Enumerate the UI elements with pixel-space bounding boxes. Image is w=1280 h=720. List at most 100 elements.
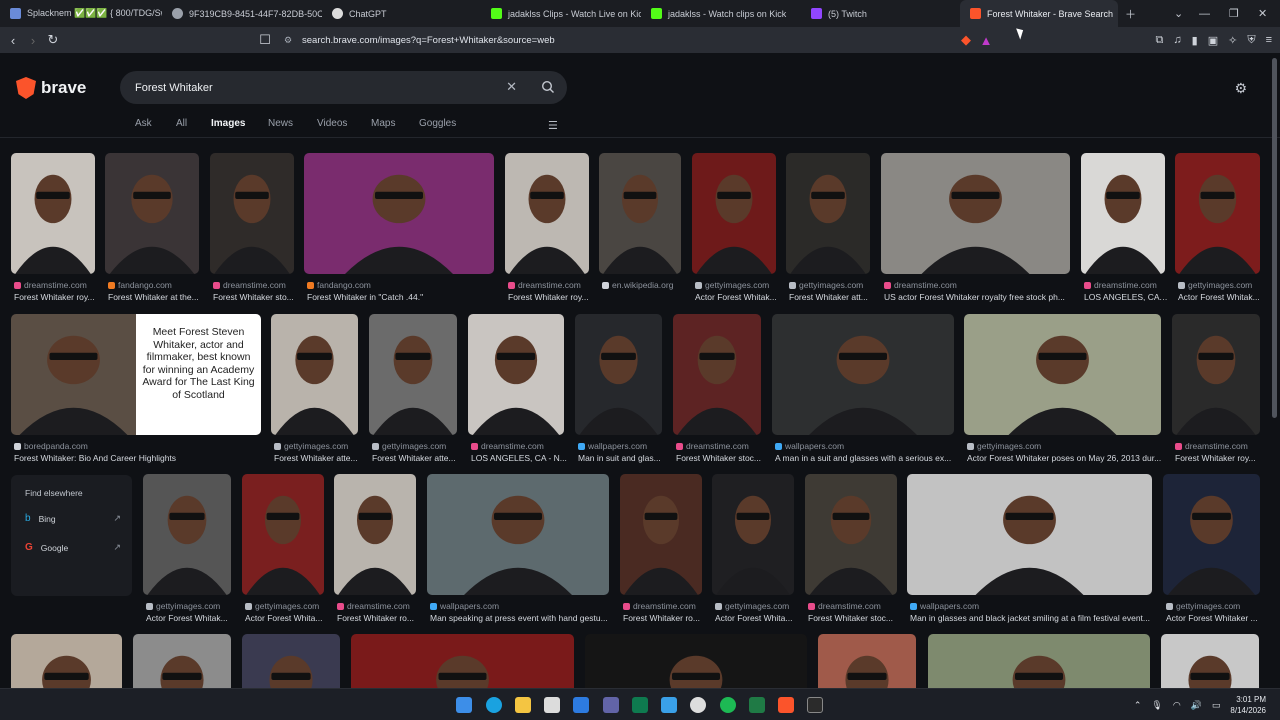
image-thumbnail[interactable] xyxy=(575,314,662,435)
image-title[interactable]: Actor Forest Whitaker poses on May 26, 2… xyxy=(967,453,1164,463)
image-title[interactable]: Forest Whitaker atte... xyxy=(274,453,361,463)
brave-taskbar-icon[interactable] xyxy=(778,697,794,713)
search-icon[interactable] xyxy=(541,80,555,94)
image-title[interactable]: Actor Forest Whita... xyxy=(245,613,327,623)
vpn-icon[interactable]: ⛨ xyxy=(1247,34,1255,47)
image-thumbnail[interactable]: Meet Forest Steven Whitaker, actor and f… xyxy=(11,314,261,435)
store-icon[interactable] xyxy=(544,697,560,713)
image-title[interactable]: Man speaking at press event with hand ge… xyxy=(430,613,612,623)
image-thumbnail[interactable] xyxy=(133,634,231,688)
image-thumbnail[interactable] xyxy=(427,474,609,595)
brave-logo[interactable]: brave xyxy=(16,77,86,99)
image-thumbnail[interactable] xyxy=(304,153,494,274)
epic-games-icon[interactable] xyxy=(807,697,823,713)
minimize-button[interactable]: — xyxy=(1199,0,1210,27)
image-thumbnail[interactable] xyxy=(351,634,574,688)
sidebar-icon[interactable]: ▮ xyxy=(1192,34,1198,47)
image-thumbnail[interactable] xyxy=(105,153,199,274)
image-title[interactable]: Forest Whitaker roy... xyxy=(1175,453,1263,463)
edge-icon[interactable] xyxy=(486,697,502,713)
image-thumbnail[interactable] xyxy=(271,314,358,435)
image-thumbnail[interactable] xyxy=(11,634,122,688)
find-on-bing[interactable]: b Bing ↗ xyxy=(25,513,121,524)
image-title[interactable]: Man in glasses and black jacket smiling … xyxy=(910,613,1155,623)
tab-splacknem[interactable]: Splacknem ✅✅✅ { 800/TDG/Sw xyxy=(0,0,162,27)
site-info-icon[interactable]: ⚙ xyxy=(284,35,294,45)
brave-rewards-icon[interactable]: ▲ xyxy=(977,31,995,49)
image-thumbnail[interactable] xyxy=(1163,474,1260,595)
tab-kick-clips[interactable]: jadaklss Clips - Watch Live on Kick xyxy=(481,0,641,27)
image-thumbnail[interactable] xyxy=(818,634,916,688)
image-thumbnail[interactable] xyxy=(881,153,1070,274)
image-title[interactable]: Forest Whitaker at the... xyxy=(108,292,202,302)
close-window-button[interactable]: ✕ xyxy=(1258,0,1267,27)
tab-brave-search[interactable]: Forest Whitaker - Brave Search ✕ xyxy=(960,0,1118,27)
address-bar[interactable]: ⚙ search.brave.com/images?q=Forest+Whita… xyxy=(276,30,952,50)
outlook-icon[interactable] xyxy=(573,697,589,713)
wallet-icon[interactable]: ▣ xyxy=(1208,34,1218,47)
image-thumbnail[interactable] xyxy=(907,474,1152,595)
image-thumbnail[interactable] xyxy=(964,314,1161,435)
image-title[interactable]: Actor Forest Whitak... xyxy=(695,292,779,302)
image-title[interactable]: Forest Whitaker stoc... xyxy=(676,453,764,463)
start-icon[interactable] xyxy=(456,697,472,713)
image-thumbnail[interactable] xyxy=(143,474,231,595)
photos-icon[interactable] xyxy=(661,697,677,713)
image-thumbnail[interactable] xyxy=(468,314,564,435)
image-title[interactable]: Forest Whitaker roy... xyxy=(14,292,98,302)
image-thumbnail[interactable] xyxy=(712,474,794,595)
image-thumbnail[interactable] xyxy=(1161,634,1259,688)
file-explorer-icon[interactable] xyxy=(515,697,531,713)
tab-goggles[interactable]: Goggles xyxy=(419,118,456,129)
image-thumbnail[interactable] xyxy=(242,474,324,595)
image-title[interactable]: Actor Forest Whitak... xyxy=(1178,292,1263,302)
media-icon[interactable]: ♫ xyxy=(1173,34,1181,46)
image-thumbnail[interactable] xyxy=(585,634,807,688)
tab-uuid[interactable]: 9F319CB9-8451-44F7-82DB-50CF0 xyxy=(162,0,322,27)
image-title[interactable]: Forest Whitaker att... xyxy=(789,292,873,302)
tab-twitch[interactable]: (5) Twitch xyxy=(801,0,959,27)
battery-icon[interactable]: ▭ xyxy=(1212,700,1221,711)
image-title[interactable]: LOS ANGELES, CA - N... xyxy=(471,453,567,463)
image-thumbnail[interactable] xyxy=(1175,153,1260,274)
image-title[interactable]: LOS ANGELES, CA ... xyxy=(1084,292,1168,302)
image-title[interactable]: Actor Forest Whitaker ... xyxy=(1166,613,1263,623)
find-on-google[interactable]: G Google ↗ xyxy=(25,542,121,553)
settings-gear-icon[interactable]: ⚙ xyxy=(1234,80,1247,97)
image-thumbnail[interactable] xyxy=(620,474,702,595)
image-thumbnail[interactable] xyxy=(11,153,95,274)
tab-all[interactable]: All xyxy=(176,118,187,129)
image-thumbnail[interactable] xyxy=(692,153,776,274)
brave-shields-icon[interactable]: ◆ xyxy=(957,31,975,49)
image-title[interactable]: Forest Whitaker: Bio And Career Highligh… xyxy=(14,453,264,463)
image-title[interactable]: Forest Whitaker stoc... xyxy=(808,613,900,623)
image-title[interactable]: Actor Forest Whitak... xyxy=(146,613,234,623)
tab-videos[interactable]: Videos xyxy=(317,118,347,129)
search-input[interactable]: Forest Whitaker ✕ xyxy=(120,71,567,104)
tab-list-chevron-icon[interactable]: ⌄ xyxy=(1174,0,1183,27)
bookmark-icon[interactable]: ☐ xyxy=(256,31,274,49)
scrollbar[interactable] xyxy=(1272,58,1277,418)
image-thumbnail[interactable] xyxy=(242,634,340,688)
image-thumbnail[interactable] xyxy=(805,474,897,595)
image-thumbnail[interactable] xyxy=(334,474,416,595)
image-thumbnail[interactable] xyxy=(599,153,681,274)
image-title[interactable]: Forest Whitaker in "Catch .44." xyxy=(307,292,497,302)
image-title[interactable]: Forest Whitaker ro... xyxy=(623,613,705,623)
tab-ask[interactable]: Ask xyxy=(135,118,152,129)
image-thumbnail[interactable] xyxy=(210,153,294,274)
image-title[interactable]: Forest Whitaker roy... xyxy=(508,292,592,302)
reload-button[interactable]: ↻ xyxy=(44,31,62,49)
extensions-icon[interactable]: ⧉ xyxy=(1156,34,1164,47)
back-button[interactable]: ‹ xyxy=(4,31,22,49)
clear-icon[interactable]: ✕ xyxy=(506,79,517,95)
teams-icon[interactable] xyxy=(603,697,619,713)
leo-ai-icon[interactable]: ✧ xyxy=(1228,34,1237,47)
maximize-button[interactable]: ❐ xyxy=(1229,0,1239,27)
tab-images[interactable]: Images xyxy=(211,118,245,129)
image-title[interactable]: Forest Whitaker atte... xyxy=(372,453,460,463)
image-title[interactable]: A man in a suit and glasses with a serio… xyxy=(775,453,957,463)
wifi-icon[interactable]: ◠ xyxy=(1173,700,1181,711)
forward-button[interactable]: › xyxy=(24,31,42,49)
image-thumbnail[interactable] xyxy=(1081,153,1165,274)
